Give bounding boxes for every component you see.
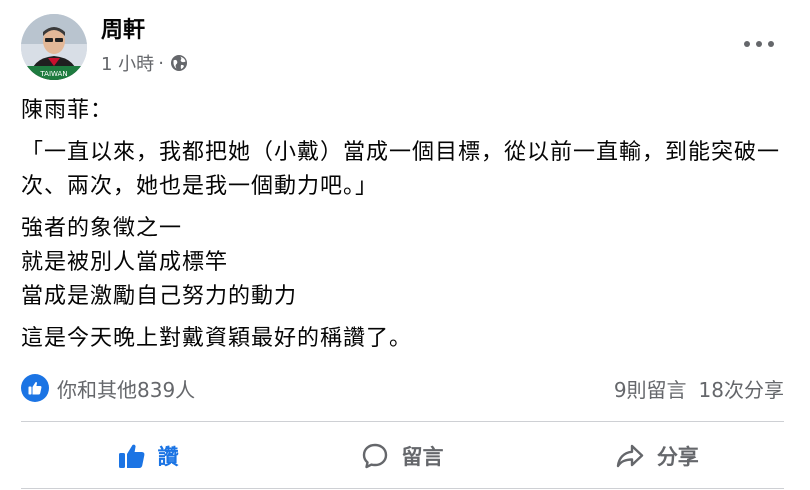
- comment-label: 留言: [401, 445, 444, 469]
- facebook-post: TAIWAN 周軒 1 小時 · 陳雨菲： 「一直以來，我都把她（小戴）當成一個…: [0, 0, 810, 490]
- share-button[interactable]: 分享: [530, 428, 784, 484]
- meta-separator: ·: [158, 52, 164, 74]
- reactions-text: 你和其他839人: [57, 377, 196, 402]
- post-closing: 這是今天晚上對戴資穎最好的稱讚了。: [21, 326, 413, 351]
- avatar-caption: TAIWAN: [39, 70, 67, 78]
- post-line: 就是被別人當成標竿: [21, 250, 229, 275]
- comment-button[interactable]: 留言: [275, 428, 529, 484]
- like-reaction-icon: [21, 374, 49, 402]
- divider: [21, 421, 784, 422]
- post-meta: 1 小時 ·: [101, 50, 188, 76]
- post-line: 強者的象徵之一: [21, 216, 183, 241]
- post-line: 當成是激勵自己努力的動力: [21, 284, 298, 309]
- post-time[interactable]: 1 小時: [101, 50, 154, 76]
- post-stats: 你和其他839人 9則留言 18次分享: [21, 372, 784, 404]
- like-label: 讚: [157, 445, 179, 469]
- comments-count[interactable]: 9則留言: [614, 374, 687, 403]
- globe-icon: [170, 54, 188, 72]
- shares-count[interactable]: 18次分享: [699, 374, 784, 403]
- post-speaker: 陳雨菲：: [21, 98, 114, 123]
- post-quote: 「一直以來，我都把她（小戴）當成一個目標，從以前一直輸，到能突破一次、兩次，她也…: [21, 140, 781, 199]
- share-icon: [616, 444, 644, 468]
- divider: [21, 488, 784, 489]
- post-text: 陳雨菲： 「一直以來，我都把她（小戴）當成一個目標，從以前一直輸，到能突破一次、…: [21, 94, 790, 356]
- like-button[interactable]: 讚: [21, 428, 275, 484]
- author-name[interactable]: 周軒: [101, 17, 145, 45]
- reactions-summary[interactable]: 你和其他839人: [21, 374, 195, 403]
- more-horizontal-icon: [744, 41, 750, 47]
- more-options-button[interactable]: [744, 32, 774, 56]
- comment-icon: [363, 443, 388, 469]
- thumbs-up-icon: [118, 444, 145, 468]
- avatar-image: TAIWAN: [21, 14, 87, 80]
- share-label: 分享: [656, 445, 699, 469]
- avatar[interactable]: TAIWAN: [21, 14, 87, 80]
- engagement-counts: 9則留言 18次分享: [614, 374, 784, 403]
- post-lines: 強者的象徵之一 就是被別人當成標竿 當成是激勵自己努力的動力: [21, 212, 790, 314]
- post-actions: 讚 留言 分享: [21, 428, 784, 484]
